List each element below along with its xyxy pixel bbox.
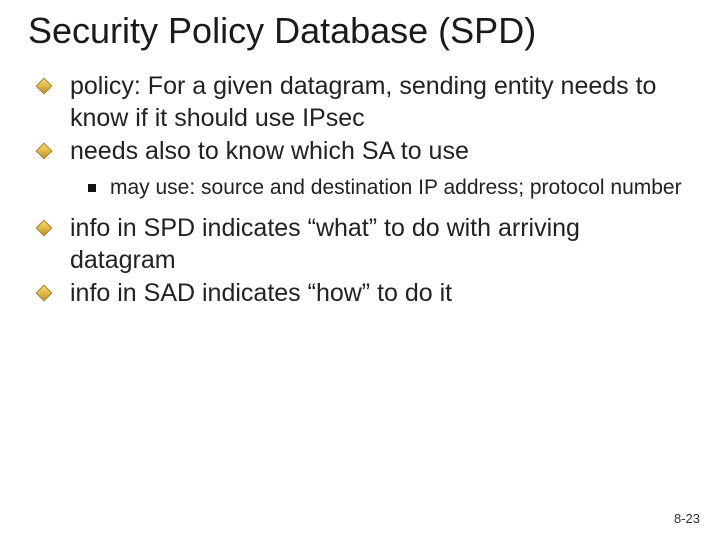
bullet-item-4: info in SAD indicates “how” to do it bbox=[38, 278, 692, 309]
square-bullet-icon bbox=[88, 184, 96, 192]
sub-bullet-list: may use: source and destination IP addre… bbox=[88, 175, 692, 201]
slide: Security Policy Database (SPD) policy: F… bbox=[0, 0, 720, 540]
diamond-bullet-icon bbox=[36, 284, 53, 301]
bullet-item-3: info in SPD indicates “what” to do with … bbox=[38, 213, 692, 276]
diamond-bullet-icon bbox=[36, 142, 53, 159]
diamond-bullet-icon bbox=[36, 220, 53, 237]
bullet-list-2: info in SPD indicates “what” to do with … bbox=[38, 213, 692, 309]
sub-bullet-item-1: may use: source and destination IP addre… bbox=[88, 175, 692, 201]
sub-bullet-text: may use: source and destination IP addre… bbox=[110, 176, 682, 199]
bullet-list: policy: For a given datagram, sending en… bbox=[38, 71, 692, 167]
bullet-text: info in SAD indicates “how” to do it bbox=[70, 279, 452, 307]
slide-number: 8-23 bbox=[674, 511, 700, 526]
bullet-text: info in SPD indicates “what” to do with … bbox=[70, 214, 580, 273]
bullet-item-1: policy: For a given datagram, sending en… bbox=[38, 71, 692, 134]
bullet-item-2: needs also to know which SA to use bbox=[38, 136, 692, 167]
slide-title: Security Policy Database (SPD) bbox=[28, 10, 692, 51]
bullet-text: needs also to know which SA to use bbox=[70, 137, 469, 165]
bullet-text: policy: For a given datagram, sending en… bbox=[70, 72, 656, 131]
diamond-bullet-icon bbox=[36, 78, 53, 95]
